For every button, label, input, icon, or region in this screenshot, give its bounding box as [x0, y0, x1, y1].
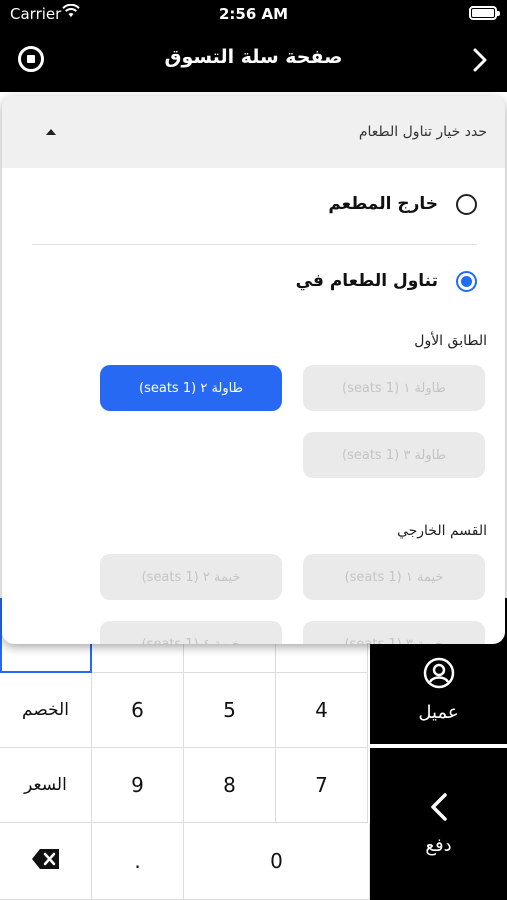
status-bar: Carrier 2:56 AM: [0, 0, 507, 28]
pay-button[interactable]: دفع: [370, 748, 507, 900]
section-title-outdoor: القسم الخارجي: [396, 523, 487, 539]
backspace-key[interactable]: [0, 823, 92, 900]
sheet-header[interactable]: حدد خيار تناول الطعام: [2, 96, 505, 168]
key-6[interactable]: 6: [92, 673, 184, 748]
backspace-icon: [31, 848, 61, 875]
table-button[interactable]: طاولة ١ (1 seats): [303, 365, 485, 411]
customer-label: عميل: [418, 702, 459, 723]
chevron-right-icon[interactable]: [473, 48, 487, 76]
dining-option-sheet: حدد خيار تناول الطعام خارج المطعم تناول …: [2, 96, 505, 644]
discount-key[interactable]: الخصم: [0, 673, 92, 748]
key-4[interactable]: 4: [276, 673, 368, 748]
user-icon: [423, 657, 455, 694]
pay-label: دفع: [425, 835, 452, 856]
radio-dine-in[interactable]: [456, 270, 477, 292]
tent-button[interactable]: خيمة ٣ (1 seats): [303, 621, 485, 644]
option-takeaway[interactable]: خارج المطعم: [328, 189, 477, 219]
option-takeaway-label: خارج المطعم: [328, 194, 438, 214]
tent-button[interactable]: خيمة ٢ (1 seats): [100, 554, 282, 600]
page-title: صفحة سلة التسوق: [164, 46, 343, 68]
price-key[interactable]: السعر: [0, 748, 92, 823]
key-9[interactable]: 9: [92, 748, 184, 823]
option-dine-in[interactable]: تناول الطعام في: [296, 266, 477, 296]
key-7[interactable]: 7: [276, 748, 368, 823]
chevron-left-icon: [430, 792, 448, 827]
tent-button[interactable]: خيمة ١ (1 seats): [303, 554, 485, 600]
section-title-first-floor: الطابق الأول: [414, 333, 487, 349]
nav-bar: صفحة سلة التسوق: [0, 28, 507, 92]
clock: 2:56 AM: [218, 5, 289, 23]
table-button-selected[interactable]: طاولة ٢ (1 seats): [100, 365, 282, 411]
divider: [32, 244, 477, 245]
decimal-key[interactable]: .: [92, 823, 184, 900]
key-0[interactable]: 0: [184, 823, 370, 900]
sheet-title: حدد خيار تناول الطعام: [358, 124, 487, 140]
radio-takeaway[interactable]: [456, 193, 477, 215]
key-5[interactable]: 5: [184, 673, 276, 748]
caret-up-icon[interactable]: [46, 129, 56, 135]
option-dine-in-label: تناول الطعام في: [295, 271, 438, 291]
table-button[interactable]: طاولة ٣ (1 seats): [303, 432, 485, 478]
battery-icon: [469, 6, 500, 20]
tent-button[interactable]: خيمة ٤ (1 seats): [100, 621, 282, 644]
key-8[interactable]: 8: [184, 748, 276, 823]
